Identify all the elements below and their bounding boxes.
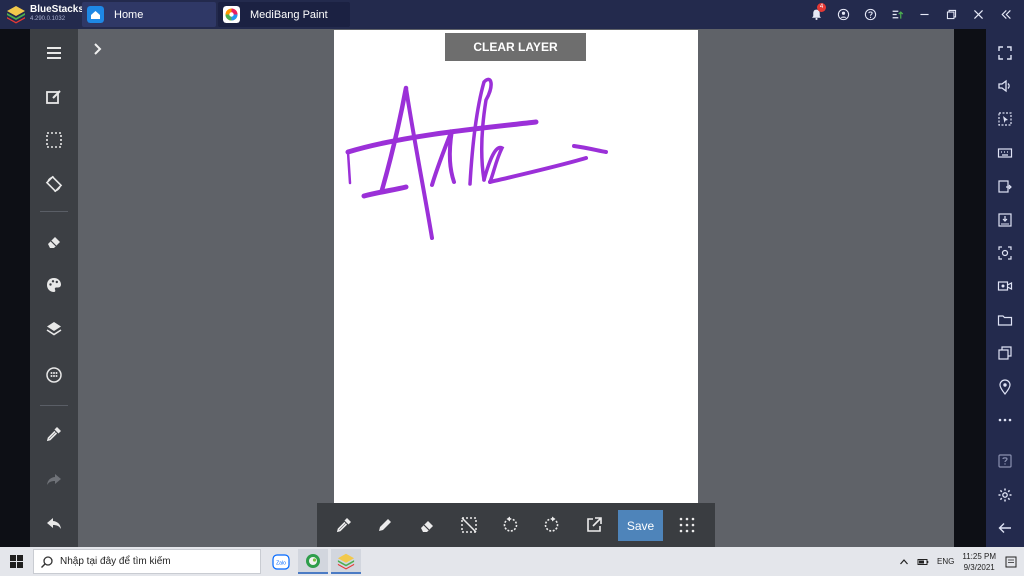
zalo-text: Zalo — [276, 560, 286, 566]
window-controls: 4 — [807, 3, 1014, 25]
language-indicator[interactable]: ENG — [937, 557, 954, 566]
settings-icon[interactable] — [986, 478, 1024, 511]
zalo-icon[interactable]: Zalo — [266, 549, 296, 574]
tab-home-label: Home — [114, 9, 144, 21]
menu-icon[interactable] — [30, 37, 78, 69]
clear-layer-button[interactable]: CLEAR LAYER — [445, 33, 586, 61]
account-icon[interactable] — [834, 5, 852, 23]
coccoc-icon[interactable] — [298, 549, 328, 574]
clock-date: 9/3/2021 — [963, 562, 995, 572]
bluestacks-logo — [7, 6, 25, 24]
eyedropper-icon[interactable] — [30, 418, 78, 450]
update-icon[interactable] — [888, 5, 906, 23]
record-icon[interactable] — [986, 270, 1024, 303]
multi-instance-icon[interactable] — [986, 337, 1024, 370]
windows-taskbar: Nhập tại đây để tìm kiếm Zalo ENG 11:25 … — [0, 547, 1024, 576]
more-icon[interactable] — [986, 403, 1024, 436]
toolbar-divider — [40, 211, 68, 212]
undo-icon[interactable] — [30, 507, 78, 539]
clock-time: 11:25 PM — [962, 551, 996, 561]
search-placeholder: Nhập tại đây để tìm kiếm — [60, 556, 171, 567]
tab-home[interactable]: Home — [82, 2, 216, 27]
volume-icon[interactable] — [986, 69, 1024, 102]
keyboard-icon[interactable] — [986, 136, 1024, 169]
rotate-left-icon[interactable] — [495, 503, 525, 547]
chevron-up-icon[interactable] — [899, 557, 909, 567]
home-icon — [87, 6, 104, 23]
eraser-icon[interactable] — [30, 225, 78, 257]
bottom-toolbar: Save — [317, 503, 715, 547]
expand-panel-icon[interactable] — [88, 40, 108, 58]
medibang-icon — [223, 6, 240, 23]
drawing-canvas[interactable] — [334, 30, 698, 503]
bottom-eyedropper-icon[interactable] — [329, 503, 359, 547]
edit-icon[interactable] — [30, 81, 78, 113]
color-palette-icon[interactable] — [30, 269, 78, 301]
grid-icon[interactable] — [672, 503, 702, 547]
location-icon[interactable] — [986, 370, 1024, 403]
bluestacks-sidebar — [986, 29, 1024, 547]
tab-medibang-paint[interactable]: MediBang Paint — [218, 2, 350, 27]
tab-medibang-label: MediBang Paint — [250, 9, 328, 21]
deselect-icon[interactable] — [454, 503, 484, 547]
bottom-eraser-icon[interactable] — [412, 503, 442, 547]
rotate-canvas-icon[interactable] — [30, 168, 78, 200]
close-icon[interactable] — [969, 5, 987, 23]
notification-center-icon[interactable] — [1004, 555, 1018, 569]
version-label: 4.290.0.1032 — [30, 16, 66, 22]
title-bar: BlueStacks 4.290.0.1032 Home MediBang Pa… — [0, 0, 1024, 29]
layers-icon[interactable] — [30, 313, 78, 345]
pointer-icon[interactable] — [986, 103, 1024, 136]
left-toolbar — [30, 29, 78, 547]
sidebar-help-icon[interactable] — [986, 445, 1024, 478]
export-icon[interactable] — [579, 503, 609, 547]
restore-icon[interactable] — [942, 5, 960, 23]
battery-icon[interactable] — [917, 557, 929, 567]
notification-bell-icon[interactable]: 4 — [807, 3, 826, 23]
app-left-margin — [0, 29, 30, 547]
apk-icon[interactable] — [986, 203, 1024, 236]
search-icon — [41, 556, 53, 568]
selection-icon[interactable] — [30, 124, 78, 156]
bluestacks-taskbar-icon[interactable] — [331, 549, 361, 574]
back-icon[interactable] — [986, 511, 1024, 544]
save-button[interactable]: Save — [618, 510, 663, 541]
folder-icon[interactable] — [986, 303, 1024, 336]
redo-icon[interactable] — [30, 463, 78, 495]
minimize-icon[interactable] — [915, 5, 933, 23]
brush-settings-icon[interactable] — [30, 359, 78, 391]
toolbar-divider — [40, 405, 68, 406]
bluestacks-window: BlueStacks 4.290.0.1032 Home MediBang Pa… — [0, 0, 1024, 576]
fullscreen-icon[interactable] — [986, 36, 1024, 69]
collapse-sidebar-icon[interactable] — [996, 5, 1014, 23]
signature-drawing — [345, 77, 608, 240]
system-tray: ENG 11:25 PM 9/3/2021 — [899, 547, 1018, 576]
install-apk-icon[interactable] — [986, 170, 1024, 203]
windows-start-icon[interactable] — [10, 555, 23, 568]
notification-badge: 4 — [817, 3, 826, 12]
rotate-right-icon[interactable] — [537, 503, 567, 547]
screenshot-icon[interactable] — [986, 236, 1024, 269]
taskbar-search-input[interactable]: Nhập tại đây để tìm kiếm — [33, 549, 261, 574]
brand-name: BlueStacks — [30, 4, 84, 15]
pen-icon[interactable] — [370, 503, 400, 547]
clock[interactable]: 11:25 PM 9/3/2021 — [962, 551, 996, 573]
app-right-margin — [954, 29, 986, 547]
help-icon[interactable] — [861, 5, 879, 23]
